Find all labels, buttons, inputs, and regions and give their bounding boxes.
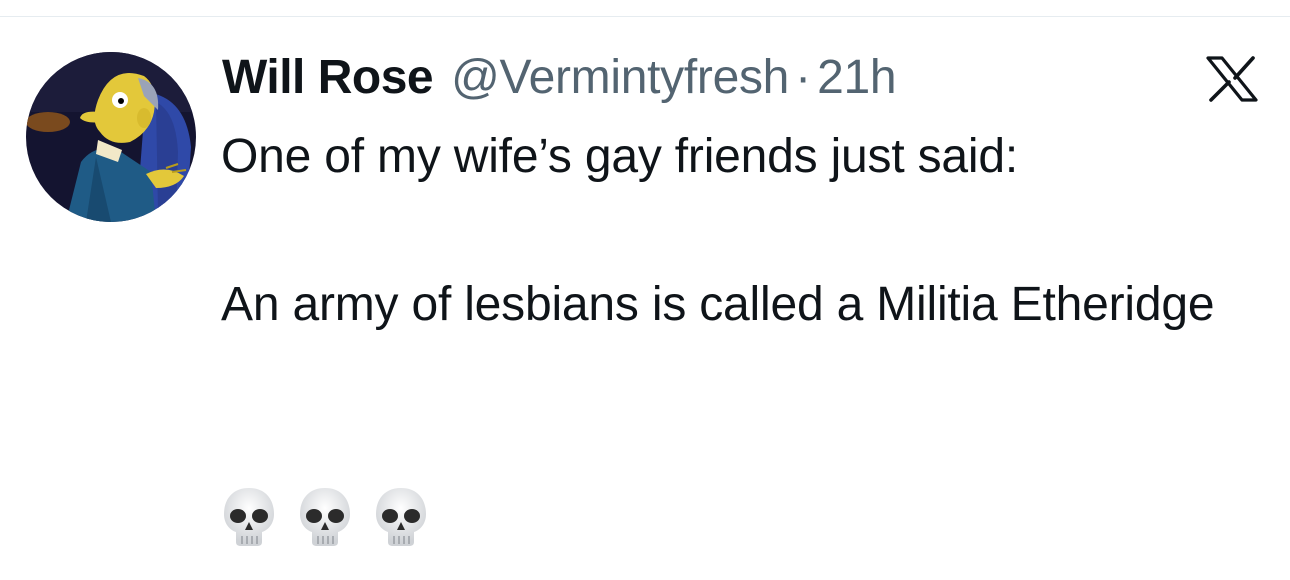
avatar-image xyxy=(26,52,196,222)
skull-emoji xyxy=(300,488,350,546)
emoji-row xyxy=(222,486,428,548)
tweet-header: Will Rose @Vermintyfresh · 21h xyxy=(222,50,897,106)
top-divider xyxy=(0,16,1290,17)
tweet-timestamp[interactable]: 21h xyxy=(817,50,896,106)
skull-emoji xyxy=(376,488,426,546)
tweet-text-para2: An army of lesbians is called a Militia … xyxy=(221,278,1215,331)
author-handle[interactable]: @Vermintyfresh xyxy=(451,50,789,106)
avatar[interactable] xyxy=(26,52,196,222)
tweet-text-line1: One of my wife’s gay friends just said: xyxy=(221,130,1018,183)
skull-emoji xyxy=(224,488,274,546)
separator-dot: · xyxy=(795,51,812,104)
author-name[interactable]: Will Rose xyxy=(222,50,434,106)
tweet-text: One of my wife’s gay friends just said: xyxy=(221,120,1261,194)
x-logo-icon[interactable] xyxy=(1206,56,1258,102)
